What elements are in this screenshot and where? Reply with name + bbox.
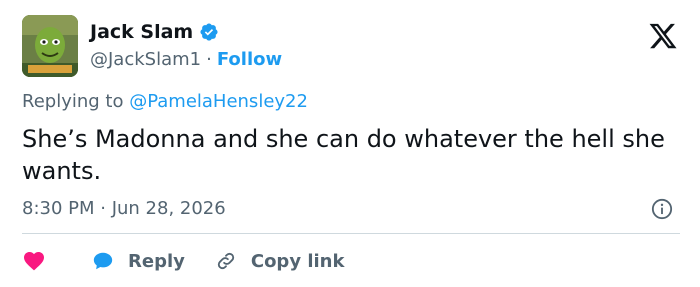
tweet-text: She’s Madonna and she can do whatever th… [22,125,665,185]
divider [22,233,680,234]
heart-icon[interactable] [22,249,46,273]
info-icon[interactable] [651,198,673,220]
author-handle[interactable]: @JackSlam1 [90,49,201,70]
reply-button[interactable]: Reply [46,250,185,272]
author-handle-row: @JackSlam1 · Follow [90,49,282,70]
avatar[interactable] [22,15,78,77]
reply-label: Reply [128,250,185,272]
verified-badge-icon [200,23,218,41]
copy-link-button[interactable]: Copy link [185,250,345,272]
author-name[interactable]: Jack Slam [90,21,193,43]
speech-bubble-icon [93,252,113,270]
follow-button[interactable]: Follow [217,49,282,70]
link-icon [217,252,234,270]
tweet-header: Jack Slam @JackSlam1 · Follow [22,15,682,79]
tweet-timestamp[interactable]: 8:30 PM · Jun 28, 2026 [22,198,226,219]
copy-link-label: Copy link [250,250,345,272]
separator-dot: · [206,49,212,70]
author-name-row: Jack Slam [90,21,219,43]
reply-mention-link[interactable]: @PamelaHensley22 [129,91,308,112]
replying-to-prefix: Replying to [22,91,130,112]
x-logo-icon[interactable] [648,21,678,51]
action-bar: Reply Copy link [22,247,344,275]
replying-to-line: Replying to @PamelaHensley22 [22,91,308,112]
